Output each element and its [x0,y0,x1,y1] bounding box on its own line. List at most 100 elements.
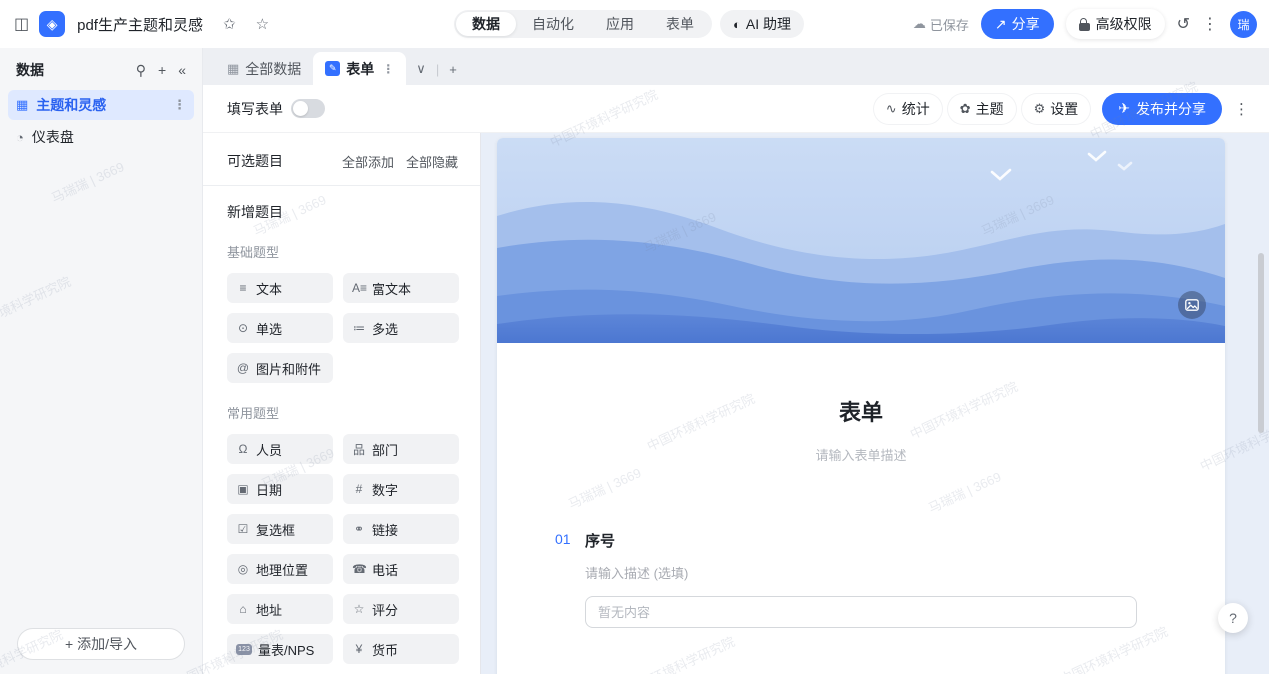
quick-access-star-icon[interactable]: ✩ [223,15,236,33]
add-all-link[interactable]: 全部添加 [342,152,394,171]
tabstrip-divider: | [435,61,440,77]
add-sheet-icon[interactable]: + [449,62,457,77]
sidebar-item-themes[interactable]: ▦ 主题和灵感 ⋮ [8,90,194,120]
type-button-location[interactable]: ◎ 地理位置 [227,554,333,584]
sheet-tab-form[interactable]: ✎ 表单 ⋮ [313,52,407,85]
form-pencil-icon: ✎ [325,61,341,76]
fill-form-toggle[interactable] [291,99,325,118]
type-button-checkbox[interactable]: ☑ 复选框 [227,514,333,544]
question-answer-input[interactable] [585,596,1137,628]
common-types-label: 常用题型 [227,406,280,421]
type-button-attachment[interactable]: @ 图片和附件 [227,353,333,383]
single-select-icon: ⊙ [237,321,249,335]
settings-label: 设置 [1050,100,1079,117]
publish-share-button[interactable]: ✈ 发布并分享 [1102,92,1222,125]
stats-button[interactable]: ∿ 统计 [873,93,942,124]
type-button-address[interactable]: ⌂ 地址 [227,594,333,624]
tab-apps[interactable]: 应用 [590,12,650,36]
stats-label: 统计 [901,100,930,117]
form-preview-area: 表单 请输入表单描述 01 序号 请输入描述 (选填) ? [481,133,1269,674]
item-more-icon[interactable]: ⋮ [173,97,186,113]
sidebar: 数据 ⚲ + « ▦ 主题和灵感 ⋮ ◔ 仪表盘 + 添加/导入 [0,48,203,674]
type-button-phone[interactable]: ☎ 电话 [343,554,459,584]
type-label: 单选 [256,321,283,337]
question-builder-panel: 可选题目 全部添加 全部隐藏 新增题目 基础题型 ≡ 文本 A≡ 富文本 ⊙ 单… [203,133,481,674]
common-types-grid: Ω 人员 品 部门 ▣ 日期 # 数字 ☑ 复选框 ⚭ 链接 ◎ 地理位置 ☎ … [227,434,459,664]
sidebar-title: 数据 [16,62,44,78]
theme-icon: ✿ [959,100,971,116]
type-button-department[interactable]: 品 部门 [343,434,459,464]
vertical-scrollbar[interactable] [1258,253,1264,433]
type-button-currency[interactable]: ¥ 货币 [343,634,459,664]
department-icon: 品 [352,442,365,457]
image-icon [1185,299,1199,311]
type-label: 日期 [256,482,283,498]
topbar: ◫ ◈ pdf生产主题和灵感 ✩ ☆ 数据 自动化 应用 表单 ◐ AI 助理 … [0,0,1269,48]
question-description-placeholder[interactable]: 请输入描述 (选填) [585,563,1137,582]
collapse-sidebar-icon[interactable]: « [178,62,186,79]
history-icon[interactable]: ↺ [1177,14,1190,34]
rich-text-icon: A≡ [352,281,368,295]
theme-button[interactable]: ✿ 主题 [947,93,1016,124]
lock-icon [1078,17,1090,31]
tab-automation[interactable]: 自动化 [516,12,590,36]
settings-button[interactable]: ⚙ 设置 [1021,93,1091,124]
type-button-number[interactable]: # 数字 [343,474,459,504]
question-title[interactable]: 序号 [585,530,1137,551]
share-button[interactable]: ↗ 分享 [980,9,1054,39]
type-button-text[interactable]: ≡ 文本 [227,273,333,303]
tab-more-icon[interactable]: ⋮ [382,62,394,76]
sheet-tab-all-data[interactable]: ▦ 全部数据 [215,52,313,85]
avatar[interactable]: 瑞 [1230,10,1257,38]
type-button-rich-text[interactable]: A≡ 富文本 [343,273,459,303]
toolbar-more-icon[interactable]: ⋮ [1228,100,1255,118]
share-icon: ↗ [994,15,1007,32]
type-button-date[interactable]: ▣ 日期 [227,474,333,504]
save-status-label: 已保存 [929,17,969,33]
change-banner-image-button[interactable] [1178,291,1206,319]
type-label: 地理位置 [256,562,309,578]
type-label: 数字 [372,482,399,498]
add-import-button[interactable]: + 添加/导入 [17,628,185,660]
multi-select-icon: ≔ [353,321,365,335]
advanced-permission-button[interactable]: 高级权限 [1065,9,1165,39]
tab-list-chevron-icon[interactable]: ∨ [416,61,426,77]
tab-form[interactable]: 表单 [650,12,710,36]
app-logo-icon[interactable]: ◈ [39,11,66,37]
ai-icon: ◐ [733,16,741,32]
type-button-rating[interactable]: ☆ 评分 [343,594,459,624]
favorite-star-icon[interactable]: ☆ [256,15,269,33]
form-description-placeholder[interactable]: 请输入表单描述 [497,445,1225,464]
tab-data[interactable]: 数据 [456,12,516,36]
type-label: 货币 [372,642,399,658]
search-icon[interactable]: ⚲ [136,62,146,79]
grid-icon: ▦ [227,60,240,76]
ai-assistant-button[interactable]: ◐ AI 助理 [720,10,804,38]
question-block[interactable]: 01 序号 请输入描述 (选填) [555,530,1137,628]
nps-icon: 123 [236,643,252,655]
more-menu-icon[interactable]: ⋮ [1202,14,1218,34]
topbar-left: ◫ ◈ pdf生产主题和灵感 ✩ ☆ [14,11,269,37]
collapse-panel-icon[interactable]: ◫ [14,14,29,34]
theme-label: 主题 [975,100,1004,117]
hide-all-link[interactable]: 全部隐藏 [406,152,458,171]
type-button-link[interactable]: ⚭ 链接 [343,514,459,544]
basic-types-label: 基础题型 [227,245,280,260]
checkbox-icon: ☑ [237,522,249,536]
type-label: 文本 [256,281,283,297]
stats-icon: ∿ [885,100,897,116]
attachment-icon: @ [236,361,250,375]
type-label: 图片和附件 [256,361,322,377]
main-area: ▦ 全部数据 ✎ 表单 ⋮ ∨ | + 填写表单 ∿ 统计 ✿ 主题 ⚙ 设置 … [203,48,1269,674]
type-button-nps[interactable]: 123 量表/NPS [227,634,333,664]
add-table-icon[interactable]: + [158,62,166,79]
type-label: 链接 [372,522,399,538]
type-button-multi-select[interactable]: ≔ 多选 [343,313,459,343]
sidebar-item-dashboard[interactable]: ◔ 仪表盘 [8,122,194,152]
type-button-person[interactable]: Ω 人员 [227,434,333,464]
form-title[interactable]: 表单 [497,395,1225,427]
help-button[interactable]: ? [1218,603,1248,633]
link-icon: ⚭ [353,522,365,536]
type-button-single-select[interactable]: ⊙ 单选 [227,313,333,343]
form-toolbar: 填写表单 ∿ 统计 ✿ 主题 ⚙ 设置 ✈ 发布并分享 ⋮ [203,85,1269,133]
